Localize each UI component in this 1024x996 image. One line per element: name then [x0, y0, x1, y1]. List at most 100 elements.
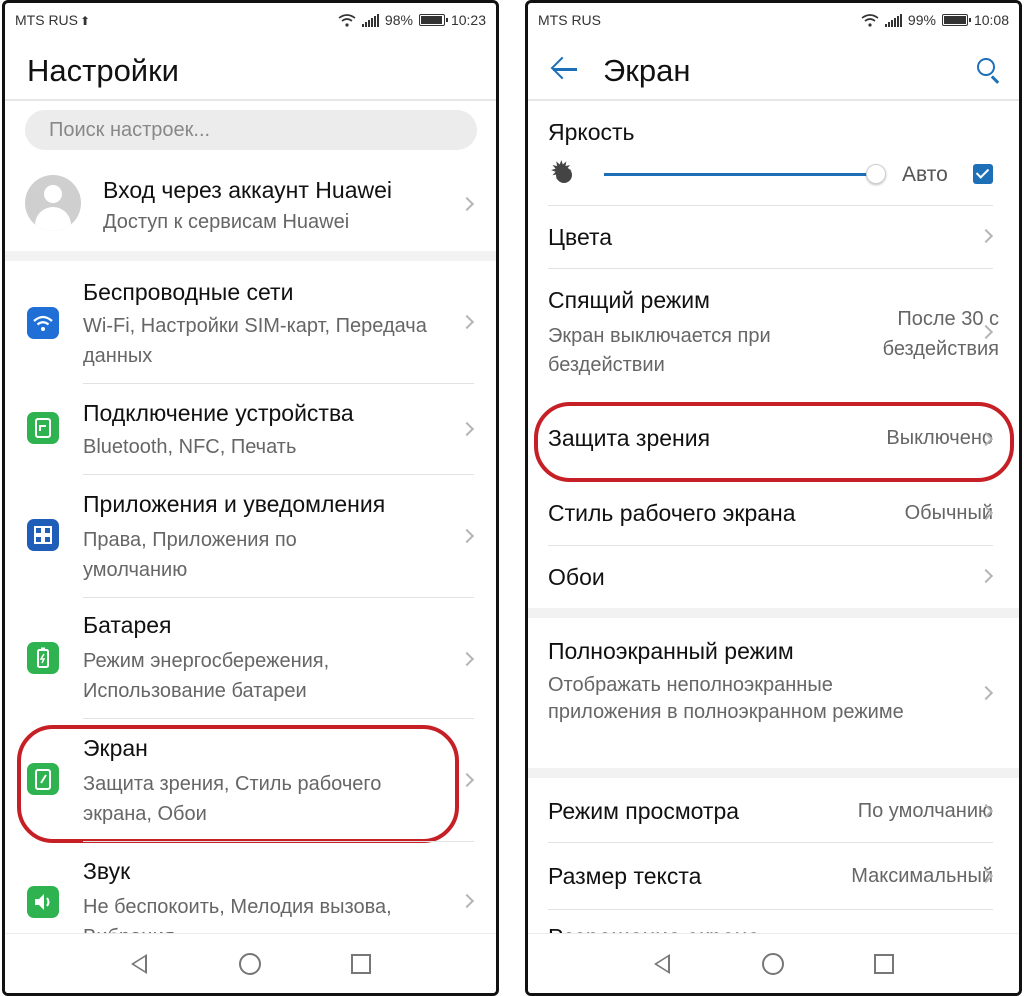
item-subtitle: Не беспокоить, Мелодия вызова, Вибрация — [83, 896, 392, 938]
back-nav-icon[interactable] — [654, 954, 670, 974]
item-value: Максимальный — [851, 865, 993, 887]
home-nav-icon[interactable] — [239, 953, 261, 975]
display-item-colors[interactable]: Цвета — [528, 206, 1019, 268]
item-value: После 30 с бездействия — [882, 308, 999, 360]
carrier-label: MTS RUS ⬆ — [15, 12, 91, 28]
account-subtitle: Доступ к сервисам Huawei — [103, 211, 350, 233]
settings-item-device-connection[interactable]: Подключение устройства Bluetooth, NFC, П… — [5, 384, 496, 474]
chevron-right-icon — [459, 196, 475, 212]
brightness-label: Яркость — [548, 119, 635, 145]
chevron-right-icon — [459, 528, 475, 544]
item-label: Обои — [548, 564, 605, 590]
item-subtitle: Защита зрения, Стиль рабочего экрана, Об… — [83, 773, 382, 825]
search-input[interactable]: Поиск настроек... — [25, 110, 477, 150]
wifi-status-icon — [338, 13, 356, 27]
chevron-right-icon — [459, 772, 475, 788]
chevron-right-icon — [459, 651, 475, 667]
recents-nav-icon[interactable] — [351, 954, 371, 974]
brightness-slider-thumb[interactable] — [866, 164, 886, 184]
auto-brightness-label: Авто — [902, 163, 948, 186]
status-bar: MTS RUS 99% 10:08 — [528, 3, 1019, 37]
brightness-slider-track[interactable] — [604, 173, 876, 176]
account-title: Вход через аккаунт Huawei — [103, 177, 392, 203]
item-label: Режим просмотра — [548, 798, 740, 824]
device-connection-icon — [27, 412, 59, 444]
item-subtitle: Права, Приложения по умолчанию — [83, 529, 297, 581]
settings-item-apps[interactable]: Приложения и уведомления Права, Приложен… — [5, 475, 496, 597]
display-item-wallpaper[interactable]: Обои — [528, 546, 1019, 608]
display-item-sleep[interactable]: Спящий режим Экран выключается при безде… — [528, 269, 1019, 395]
item-value: Выключено — [886, 427, 993, 449]
item-subtitle: Bluetooth, NFC, Печать — [83, 436, 297, 458]
settings-screen: MTS RUS ⬆ 98% 10:23 Настройки Поиск настр… — [2, 0, 499, 996]
auto-brightness-checkbox[interactable] — [973, 164, 993, 184]
page-title: Настройки — [27, 53, 180, 88]
item-label: Батарея — [83, 612, 172, 638]
item-label: Защита зрения — [548, 425, 711, 451]
chevron-right-icon — [459, 893, 475, 909]
display-item-home-style[interactable]: Стиль рабочего экрана Обычный — [528, 483, 1019, 545]
section-divider — [528, 768, 1019, 778]
item-label: Цвета — [548, 224, 613, 250]
display-item-eye-protection[interactable]: Защита зрения Выключено — [528, 403, 1019, 473]
item-label: Стиль рабочего экрана — [548, 500, 796, 526]
upload-icon: ⬆ — [80, 14, 91, 28]
item-value: По умолчанию — [857, 800, 993, 822]
display-item-text-size[interactable]: Размер текста Максимальный — [528, 843, 1019, 909]
settings-item-wireless[interactable]: Беспроводные сети Wi-Fi, Настройки SIM-к… — [5, 265, 496, 383]
back-arrow-icon[interactable] — [550, 56, 578, 81]
item-subtitle: Экран выключается при бездействии — [548, 325, 771, 376]
item-label: Экран — [83, 735, 148, 761]
settings-item-display[interactable]: Экран Защита зрения, Стиль рабочего экра… — [5, 719, 496, 841]
item-label: Подключение устройства — [83, 400, 354, 426]
item-label: Беспроводные сети — [83, 279, 294, 305]
settings-item-battery[interactable]: Батарея Режим энергосбережения, Использо… — [5, 598, 496, 718]
item-subtitle: Режим энергосбережения, Использование ба… — [83, 650, 330, 702]
signal-icon — [884, 13, 902, 27]
battery-icon — [27, 642, 59, 674]
display-settings-screen: MTS RUS 99% 10:08 Экран Яркость Авто Цве… — [525, 0, 1022, 996]
clock: 10:23 — [450, 12, 486, 28]
battery-percent: 98% — [384, 12, 413, 28]
section-divider — [5, 251, 496, 261]
battery-percent: 99% — [907, 12, 936, 28]
navigation-bar — [528, 933, 1019, 993]
apps-grid-icon — [27, 519, 59, 551]
header-divider — [528, 99, 1019, 101]
item-subtitle: Отображать неполноэкранные приложения в … — [548, 674, 904, 723]
wifi-status-icon — [861, 13, 879, 27]
avatar — [25, 175, 81, 231]
item-label: Приложения и уведомления — [83, 491, 386, 517]
page-title: Экран — [603, 53, 691, 88]
display-item-fullscreen[interactable]: Полноэкранный режим Отображать неполноэк… — [528, 618, 1019, 768]
signal-icon — [361, 13, 379, 27]
carrier-label: MTS RUS — [538, 12, 601, 28]
huawei-account-item[interactable]: Вход через аккаунт Huawei Доступ к серви… — [5, 163, 496, 249]
status-bar: MTS RUS ⬆ 98% 10:23 — [5, 3, 496, 37]
back-nav-icon[interactable] — [131, 954, 147, 974]
chevron-right-icon — [978, 685, 994, 701]
battery-status-icon — [418, 14, 448, 26]
chevron-right-icon — [459, 314, 475, 330]
speaker-icon — [27, 886, 59, 918]
section-divider — [528, 608, 1019, 618]
chevron-right-icon — [978, 568, 994, 584]
wifi-icon — [27, 307, 59, 339]
item-label: Спящий режим — [548, 287, 710, 313]
item-label: Звук — [83, 858, 131, 884]
settings-item-sound[interactable]: Звук Не беспокоить, Мелодия вызова, Вибр… — [5, 842, 496, 938]
recents-nav-icon[interactable] — [874, 954, 894, 974]
navigation-bar — [5, 933, 496, 993]
home-nav-icon[interactable] — [762, 953, 784, 975]
clock: 10:08 — [973, 12, 1009, 28]
display-item-view-mode[interactable]: Режим просмотра По умолчанию — [528, 778, 1019, 842]
battery-status-icon — [941, 14, 971, 26]
item-label: Размер текста — [548, 863, 702, 889]
search-icon[interactable] — [977, 58, 1001, 84]
chevron-right-icon — [978, 228, 994, 244]
display-icon — [27, 763, 59, 795]
item-subtitle: Wi-Fi, Настройки SIM-карт, Передача данн… — [83, 315, 427, 367]
header-divider — [5, 99, 496, 101]
brightness-sun-icon — [550, 158, 573, 185]
item-label: Полноэкранный режим — [548, 638, 794, 664]
